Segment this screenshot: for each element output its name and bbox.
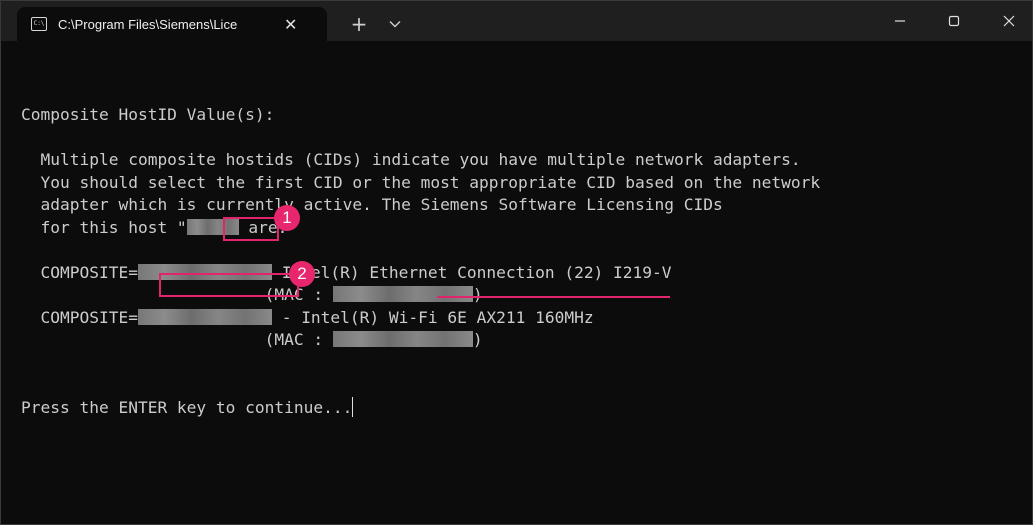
close-icon	[1003, 15, 1015, 27]
tab-close-icon[interactable]: ✕	[284, 15, 297, 34]
output-line: You should select the first CID or the m…	[21, 172, 821, 192]
output-line: Composite HostID Value(s):	[21, 105, 275, 124]
new-tab-button[interactable]: +	[345, 13, 373, 35]
title-bar: C:\ C:\Program Files\Siemens\Lice ✕ +	[1, 1, 1032, 41]
mac-label: (MAC :	[21, 330, 333, 349]
text-cursor	[352, 396, 354, 417]
output-line-mac-2: (MAC : )	[21, 329, 1021, 352]
adapter-ethernet: Intel(R) Ethernet Connection (22) I219-V	[271, 262, 672, 282]
annotation-badge-1: 1	[274, 205, 300, 231]
maximize-button[interactable]	[931, 1, 977, 41]
redacted-mac-2	[332, 331, 473, 347]
redacted-cid-2	[137, 308, 272, 325]
enter-prompt: Press the ENTER key to continue...	[21, 397, 353, 417]
minimize-button[interactable]	[877, 1, 923, 41]
mac-close: )	[472, 330, 483, 349]
minimize-icon	[895, 20, 905, 22]
terminal-output[interactable]: Composite HostID Value(s): Multiple comp…	[21, 104, 1021, 419]
terminal-window: C:\ C:\Program Files\Siemens\Lice ✕ + Co…	[0, 0, 1033, 525]
output-line-composite-2: COMPOSITE= - Intel(R) Wi-Fi 6E AX211 160…	[21, 307, 1021, 330]
mac-close: )	[472, 285, 483, 304]
composite-label: COMPOSITE=	[21, 307, 138, 327]
tab-dropdown-button[interactable]	[383, 13, 407, 35]
redacted-mac-1	[332, 286, 473, 302]
maximize-icon	[948, 15, 960, 27]
annotation-badge-2: 2	[289, 261, 315, 287]
output-line: Multiple composite hostids (CIDs) indica…	[21, 150, 801, 169]
ethernet-connection-underline	[437, 296, 670, 298]
adapter-wifi: - Intel(R) Wi-Fi 6E AX211 160MHz	[271, 307, 594, 327]
close-window-button[interactable]	[986, 1, 1032, 41]
highlight-box-cid	[159, 273, 299, 297]
composite-label: COMPOSITE=	[21, 262, 138, 282]
tab-title: C:\Program Files\Siemens\Lice	[58, 16, 238, 32]
output-line-host: for this host " are:	[21, 217, 1021, 240]
highlight-box-hostname	[223, 217, 279, 241]
terminal-icon: C:\	[31, 17, 47, 31]
terminal-tab[interactable]: C:\ C:\Program Files\Siemens\Lice ✕	[17, 7, 327, 41]
output-line: adapter which is currently active. The S…	[21, 195, 723, 214]
output-line-prompt: Press the ENTER key to continue...	[21, 396, 1021, 420]
chevron-down-icon	[389, 21, 401, 28]
host-prefix: for this host "	[21, 217, 187, 237]
